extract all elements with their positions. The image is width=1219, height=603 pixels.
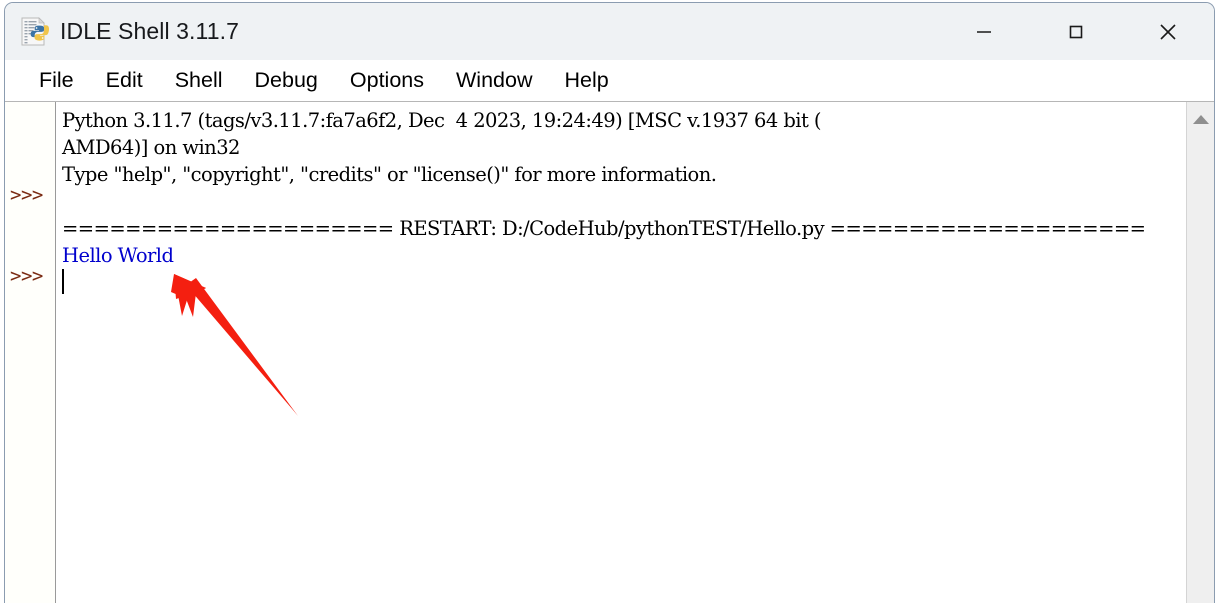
close-icon	[1160, 23, 1176, 40]
maximize-button[interactable]	[1030, 3, 1122, 60]
scroll-up-button[interactable]	[1187, 108, 1214, 130]
shell-body: >>> >>> Python 3.11.7 (tags/v3.11.7:fa7a…	[5, 101, 1214, 603]
shell-line: Type "help", "copyright", "credits" or "…	[62, 163, 717, 186]
python-document-icon	[19, 16, 50, 47]
shell-line-blank	[62, 188, 1214, 215]
shell-line: AMD64)] on win32	[62, 136, 240, 159]
prompt-marker: >>>	[10, 184, 43, 206]
menu-item-debug[interactable]: Debug	[239, 65, 334, 95]
text-caret	[62, 269, 64, 294]
menu-item-help[interactable]: Help	[548, 65, 624, 95]
menu-item-file[interactable]: File	[23, 65, 90, 95]
maximize-icon	[1069, 25, 1083, 38]
shell-line: Python 3.11.7 (tags/v3.11.7:fa7a6f2, Dec…	[62, 109, 822, 132]
screen: IDLE Shell 3.11.7 File Edit Shell Debug …	[0, 0, 1219, 603]
shell-output-line: Hello World	[62, 244, 174, 267]
menu-item-edit[interactable]: Edit	[90, 65, 159, 95]
scroll-up-arrow-icon	[1192, 114, 1209, 124]
title-bar[interactable]: IDLE Shell 3.11.7	[5, 3, 1214, 60]
minimize-button[interactable]	[938, 3, 1030, 60]
window-title: IDLE Shell 3.11.7	[60, 18, 239, 44]
prompt-gutter: >>> >>>	[5, 102, 56, 603]
shell-restart-line: ===================== RESTART: D:/CodeHu…	[62, 217, 1146, 240]
window-controls	[938, 3, 1214, 60]
menu-item-shell[interactable]: Shell	[159, 65, 239, 95]
menu-item-window[interactable]: Window	[440, 65, 548, 95]
close-button[interactable]	[1122, 3, 1214, 60]
minimize-icon	[977, 30, 991, 33]
title-bar-left: IDLE Shell 3.11.7	[5, 16, 239, 47]
menu-bar: File Edit Shell Debug Options Window Hel…	[5, 60, 1214, 101]
shell-text-area[interactable]: Python 3.11.7 (tags/v3.11.7:fa7a6f2, Dec…	[56, 102, 1214, 603]
idle-shell-window: IDLE Shell 3.11.7 File Edit Shell Debug …	[4, 2, 1215, 603]
vertical-scrollbar[interactable]	[1186, 102, 1214, 603]
menu-item-options[interactable]: Options	[334, 65, 440, 95]
prompt-marker: >>>	[10, 265, 43, 287]
